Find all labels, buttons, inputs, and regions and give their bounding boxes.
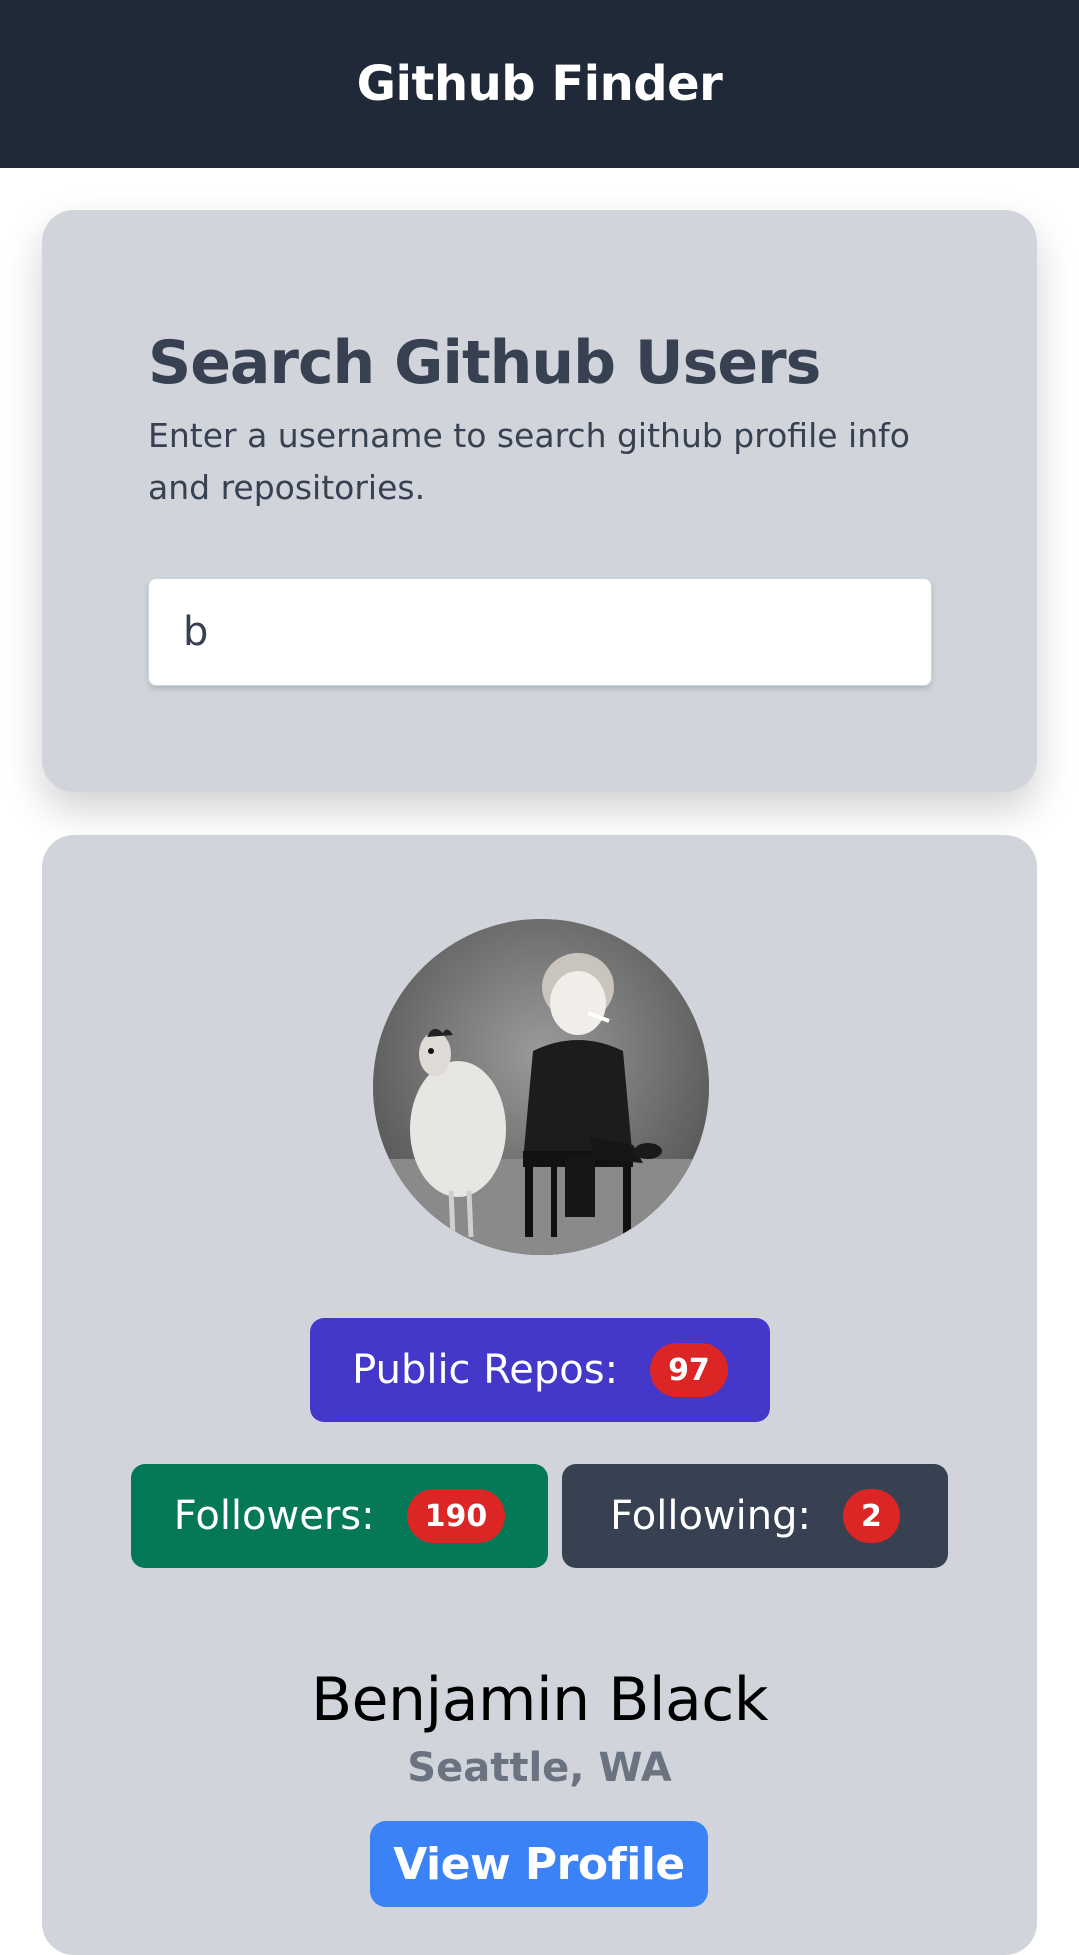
app-title: Github Finder [356, 56, 723, 112]
search-heading: Search Github Users [148, 328, 821, 398]
following-label: Following: [610, 1493, 811, 1539]
following-count: 2 [842, 1489, 900, 1543]
followers-label: Followers: [173, 1493, 375, 1539]
search-description: Enter a username to search github profil… [148, 416, 910, 507]
public-repos-count: 97 [650, 1343, 728, 1397]
avatar [373, 919, 709, 1255]
navbar: Github Finder [0, 0, 1079, 168]
view-profile-button[interactable]: View Profile [370, 1821, 708, 1907]
search-card: Search Github Users Enter a username to … [42, 210, 1037, 792]
user-name: Benjamin Black [310, 1665, 769, 1735]
user-location: Seattle, WA [407, 1745, 672, 1791]
public-repos-label: Public Repos: [352, 1347, 619, 1393]
public-repos-badge: Public Repos: 97 [310, 1318, 770, 1422]
following-badge: Following: 2 [562, 1464, 948, 1568]
followers-count: 190 [406, 1489, 506, 1543]
followers-badge: Followers: 190 [131, 1464, 548, 1568]
profile-card: Public Repos: 97 Followers: 190 Followin… [42, 835, 1037, 1955]
search-input[interactable] [148, 578, 932, 686]
avatar-photo [373, 919, 709, 1255]
